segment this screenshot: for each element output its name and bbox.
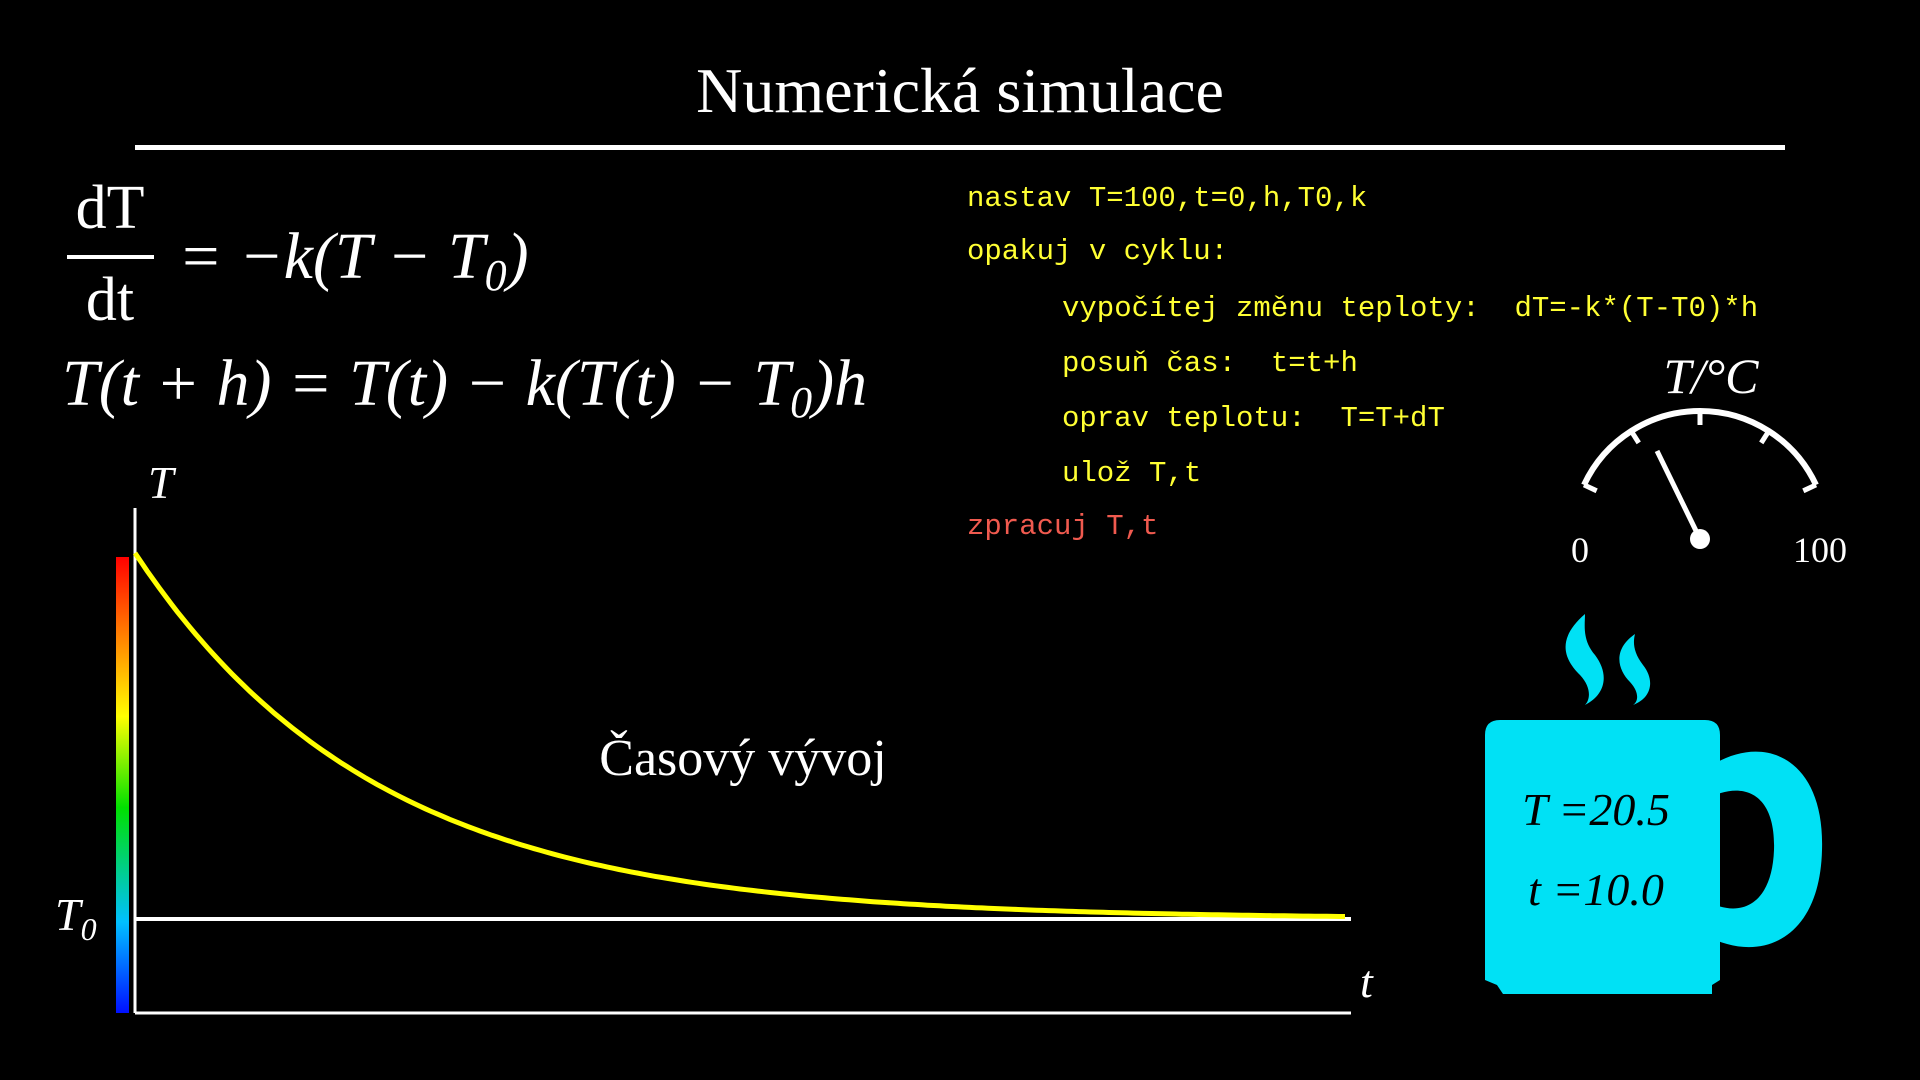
mug-handle <box>1705 751 1823 948</box>
temperature-readout: T =20.5 <box>1522 784 1670 835</box>
code-line: nastav T=100,t=0,h,T0,k <box>967 182 1367 215</box>
code-line-final: zpracuj T,t <box>967 510 1158 543</box>
euler-equation: T(t + h) = T(t) − k(T(t) − T0)h <box>62 347 867 427</box>
ambient-label: T0 <box>55 889 97 947</box>
title-underline <box>135 145 1785 150</box>
code-line: posuň čas: t=t+h <box>1062 347 1358 380</box>
color-scale-bar <box>116 557 129 1013</box>
code-line: ulož T,t <box>1062 457 1201 490</box>
mug-body <box>1485 720 1720 994</box>
slide-canvas: Numerická simulace dT dt = −k(T − T0) T(… <box>55 55 1847 1015</box>
plot-annotation: Časový vývoj <box>599 729 886 787</box>
gauge-ticks <box>1582 411 1818 494</box>
ode-numerator: dT <box>76 174 145 242</box>
ode-denominator: dt <box>86 266 134 334</box>
page-title: Numerická simulace <box>696 55 1224 126</box>
gauge-pivot <box>1690 529 1710 549</box>
pseudocode-block: nastav T=100,t=0,h,T0,k opakuj v cyklu: … <box>967 182 1758 543</box>
gauge-tick <box>1582 482 1598 494</box>
gauge-needle <box>1654 449 1703 541</box>
ode-equation: dT dt = −k(T − T0) <box>67 174 529 334</box>
temperature-plot: T t T0 Časový vývoj <box>55 457 1374 1015</box>
fraction-bar <box>67 255 154 259</box>
y-axis-label: T <box>148 457 177 508</box>
gauge-max-label: 100 <box>1793 530 1847 570</box>
coffee-mug: T =20.5 t =10.0 <box>1485 614 1823 994</box>
time-readout: t =10.0 <box>1528 864 1664 915</box>
ode-rhs: = −k(T − T0) <box>178 220 529 300</box>
gauge-tick <box>1629 429 1641 445</box>
code-line: oprav teplotu: T=T+dT <box>1062 402 1445 435</box>
code-line: vypočítej změnu teploty: dT=-k*(T-T0)*h <box>1062 292 1758 325</box>
steam-icon <box>1565 614 1651 705</box>
x-axis-label: t <box>1360 956 1374 1007</box>
gauge-tick <box>1759 429 1771 445</box>
gauge-min-label: 0 <box>1571 530 1589 570</box>
gauge-tick <box>1802 482 1818 494</box>
thermometer-gauge: T/°C 0 100 <box>1571 348 1847 570</box>
gauge-label: T/°C <box>1663 348 1759 404</box>
code-line: opakuj v cyklu: <box>967 235 1228 268</box>
